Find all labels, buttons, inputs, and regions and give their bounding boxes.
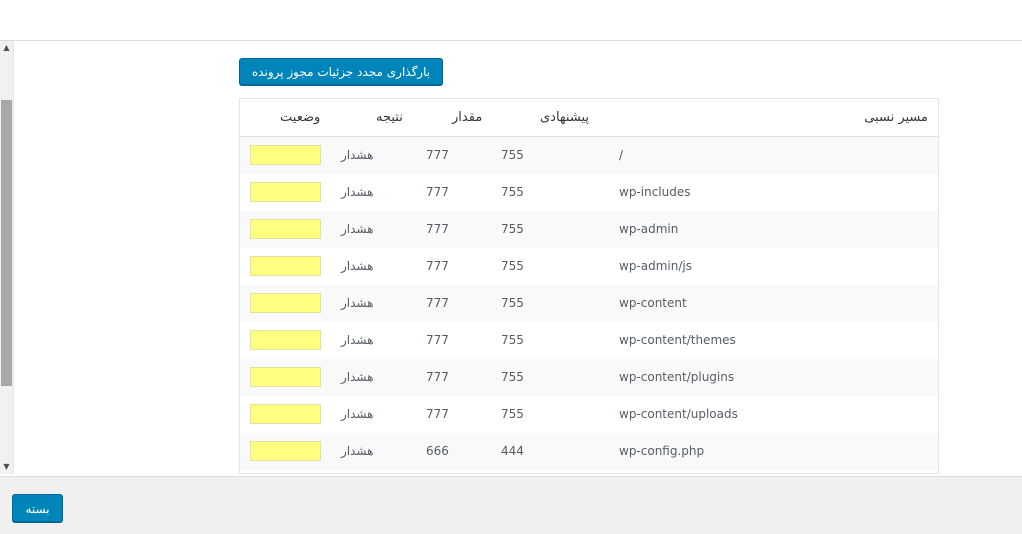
dialog-header	[0, 0, 1022, 41]
header-suggested: پیشنهادی	[540, 110, 589, 125]
cell-path: /	[619, 148, 624, 162]
status-indicator	[250, 256, 321, 276]
scroll-thumb[interactable]	[1, 100, 12, 386]
cell-value: 666	[426, 444, 449, 458]
cell-suggested: 755	[501, 370, 524, 384]
table-header: مسیر نسبی پیشنهادی مقدار نتیجه وضعیت	[240, 99, 938, 137]
status-indicator	[250, 293, 321, 313]
header-status: وضعیت	[280, 110, 321, 125]
cell-suggested: 755	[501, 222, 524, 236]
permissions-table: مسیر نسبی پیشنهادی مقدار نتیجه وضعیت / 75…	[239, 98, 939, 474]
reload-permissions-button[interactable]: بارگذاری مجدد جزئیات مجوز پرونده	[239, 58, 443, 85]
table-row: wp-includes 755 777 هشدار	[240, 174, 938, 211]
cell-path: wp-admin	[619, 222, 679, 236]
cell-suggested: 444	[501, 444, 524, 458]
table-row: wp-admin 755 777 هشدار	[240, 211, 938, 248]
cell-value: 777	[426, 222, 449, 236]
cell-path: wp-content	[619, 296, 687, 310]
cell-result: هشدار	[341, 296, 374, 310]
cell-value: 777	[426, 370, 449, 384]
cell-path: wp-includes	[619, 185, 691, 199]
cell-result: هشدار	[341, 148, 374, 162]
dialog-footer: بسته	[0, 476, 1022, 534]
table-row: wp-content/themes 755 777 هشدار	[240, 322, 938, 359]
status-indicator	[250, 219, 321, 239]
cell-path: wp-admin/js	[619, 259, 692, 273]
cell-result: هشدار	[341, 222, 374, 236]
cell-result: هشدار	[341, 370, 374, 384]
table-body: /755 777 هشدار wp-includes 755 777 هشدار wp-adm…	[240, 137, 938, 470]
table-row: wp-admin/js 755 777 هشدار	[240, 248, 938, 285]
cell-suggested: 755	[501, 259, 524, 273]
cell-path: wp-content/uploads	[619, 407, 738, 421]
table-row: wp-config.php 444 666 هشدار	[240, 433, 938, 470]
cell-path: wp-content/plugins	[619, 370, 735, 384]
permissions-dialog: ▲ ▼ بارگذاری مجدد جزئیات مجوز پرونده مسی…	[0, 0, 1022, 534]
cell-result: هشدار	[341, 407, 374, 421]
cell-value: 777	[426, 407, 449, 421]
cell-result: هشدار	[341, 259, 374, 273]
cell-value: 777	[426, 259, 449, 273]
status-indicator	[250, 182, 321, 202]
vertical-scrollbar[interactable]: ▲ ▼	[0, 41, 14, 474]
table-row: wp-content 755 777 هشدار	[240, 285, 938, 322]
cell-suggested: 755	[501, 185, 524, 199]
cell-suggested: 755	[501, 296, 524, 310]
header-value: مقدار	[452, 110, 483, 125]
status-indicator	[250, 145, 321, 165]
table-row: wp-content/uploads 755 777 هشدار	[240, 396, 938, 433]
header-relative-path: مسیر نسبی	[864, 110, 928, 125]
cell-path: wp-content/themes	[619, 333, 736, 347]
cell-value: 777	[426, 333, 449, 347]
cell-result: هشدار	[341, 185, 374, 199]
cell-value: 777	[426, 296, 449, 310]
status-indicator	[250, 404, 321, 424]
cell-suggested: 755	[501, 407, 524, 421]
header-result: نتیجه	[376, 110, 403, 125]
cell-result: هشدار	[341, 444, 374, 458]
cell-value: 777	[426, 148, 449, 162]
cell-value: 777	[426, 185, 449, 199]
cell-path: wp-config.php	[619, 444, 705, 458]
cell-suggested: 755	[501, 148, 524, 162]
cell-result: هشدار	[341, 333, 374, 347]
cell-suggested: 755	[501, 333, 524, 347]
table-row: wp-content/plugins 755 777 هشدار	[240, 359, 938, 396]
table-row: / 755 777 هشدار	[240, 137, 938, 174]
arrow-up-icon[interactable]: ▲	[0, 41, 13, 55]
close-button[interactable]: بسته	[12, 494, 63, 522]
status-indicator	[250, 367, 321, 387]
arrow-down-icon[interactable]: ▼	[0, 460, 13, 474]
status-indicator	[250, 441, 321, 461]
status-indicator	[250, 330, 321, 350]
